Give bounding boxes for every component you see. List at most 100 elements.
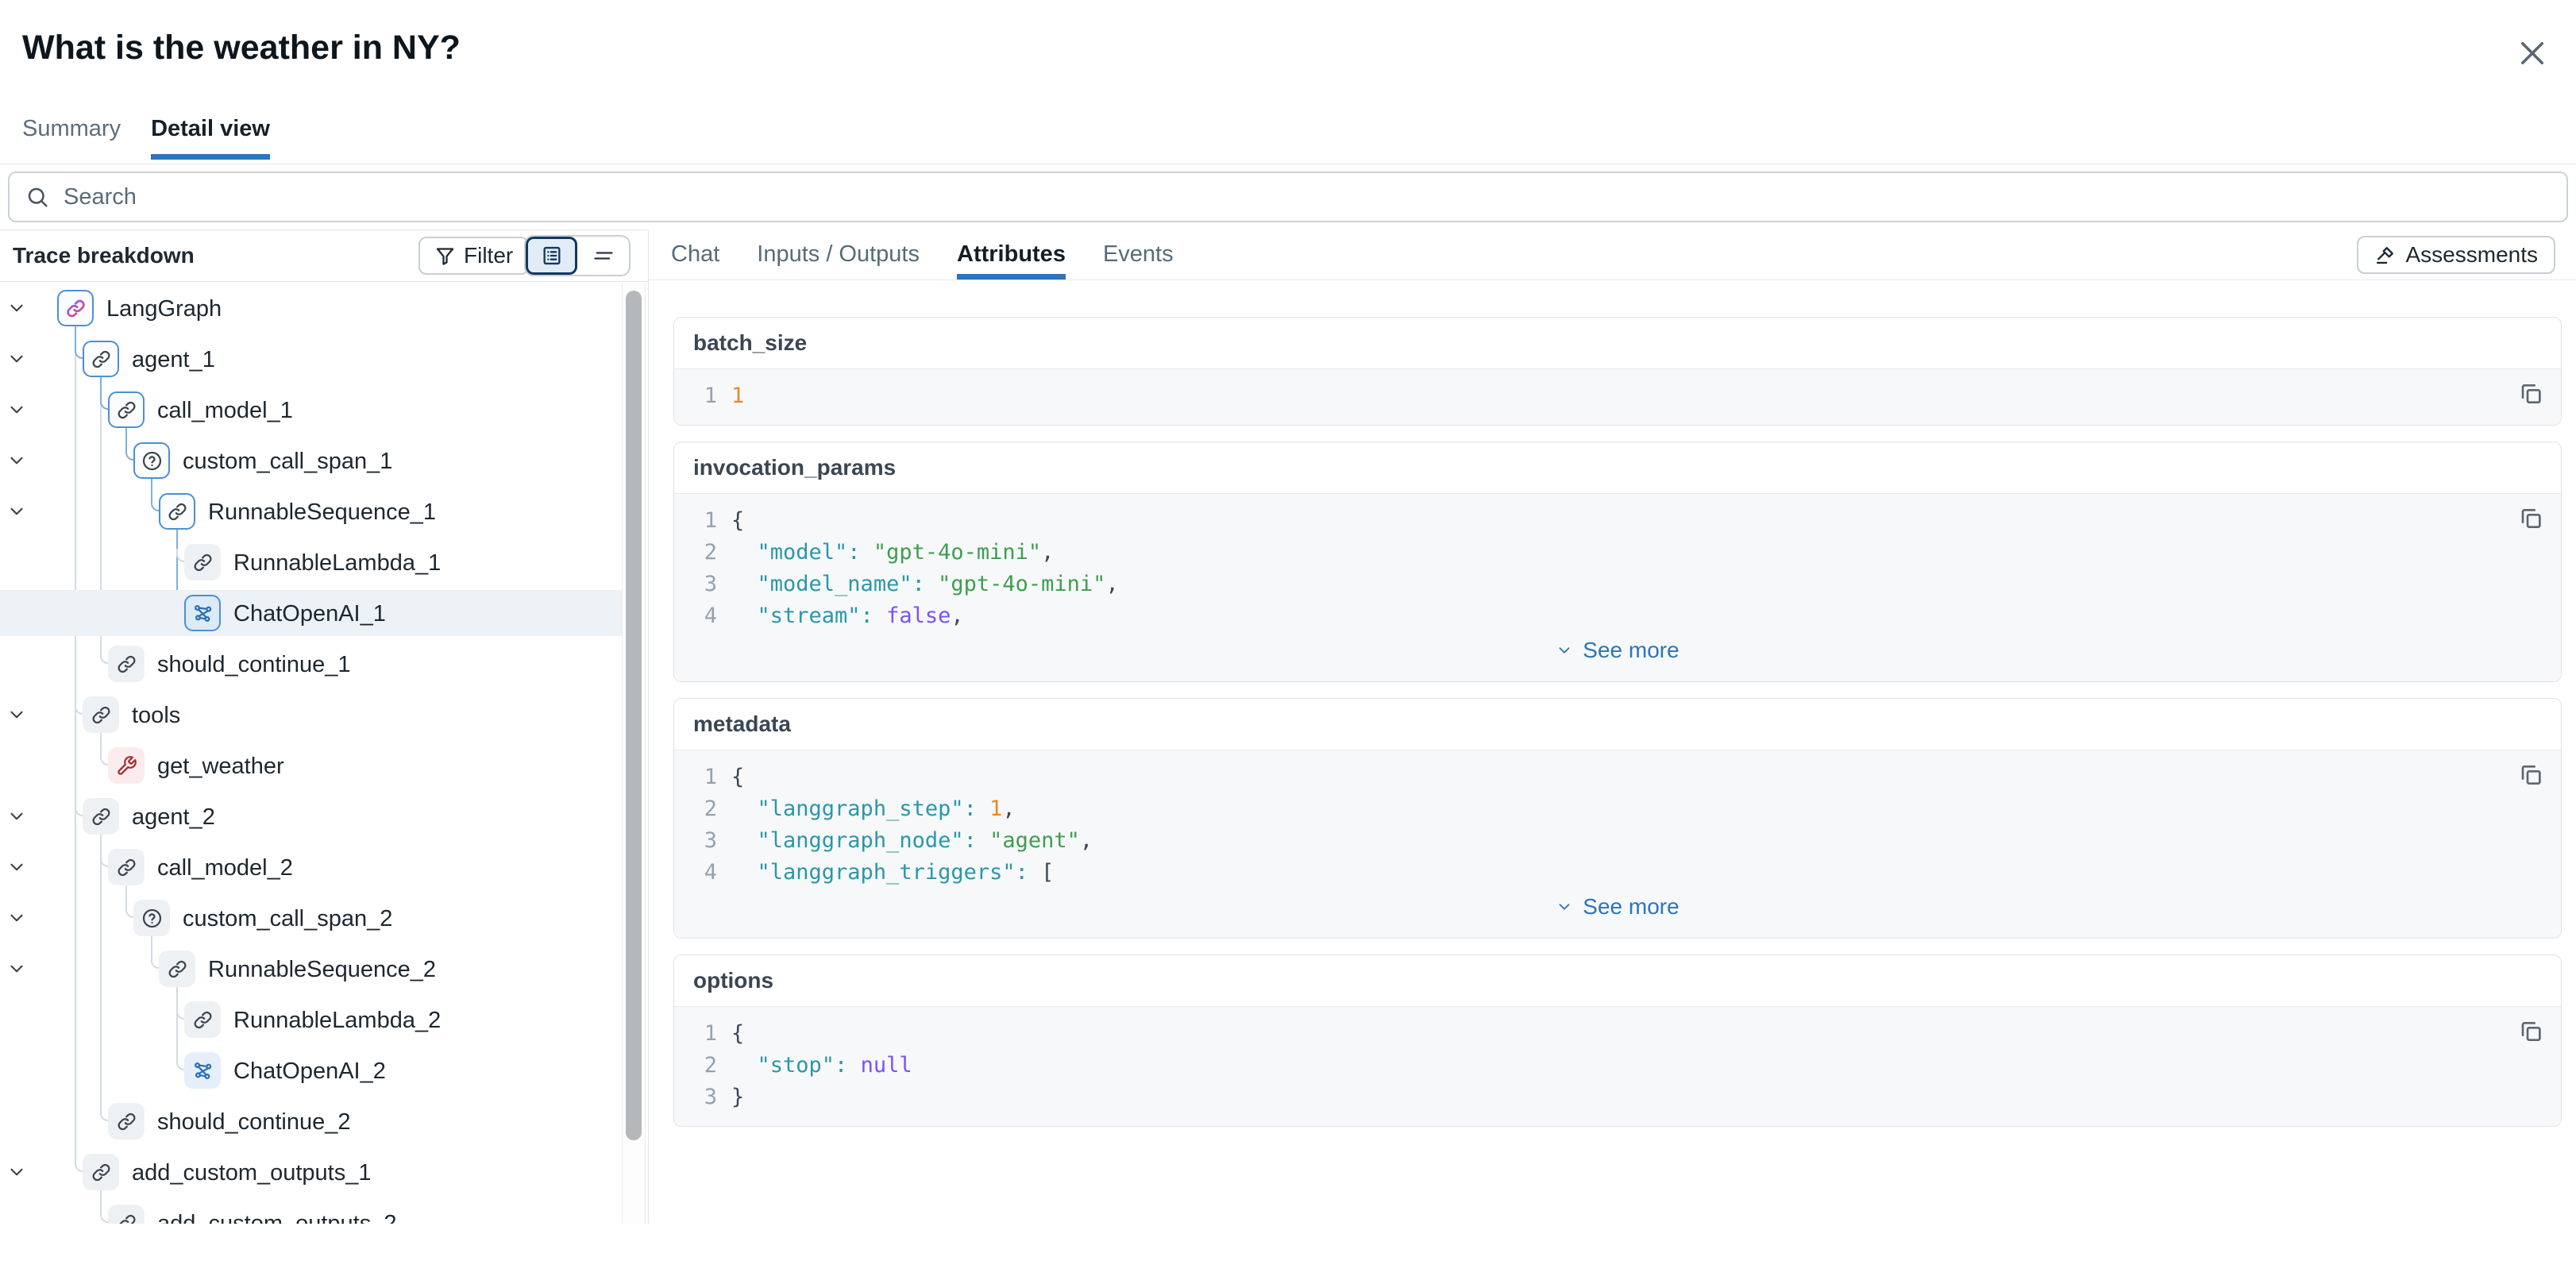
- tree-node-langgraph[interactable]: LangGraph: [0, 285, 623, 331]
- code-line: 3 "langgraph_node": "agent",: [674, 825, 2561, 857]
- tree-node-custom_call_span_2[interactable]: custom_call_span_2: [0, 895, 623, 941]
- timeline-view-toggle[interactable]: [577, 237, 629, 275]
- tree-node-agent_2[interactable]: agent_2: [0, 793, 623, 839]
- chain-icon: [108, 849, 145, 885]
- detail-tab-chat[interactable]: Chat: [671, 229, 719, 280]
- copy-icon: [2518, 506, 2545, 531]
- tree-node-label: should_continue_1: [157, 650, 350, 679]
- chevron-down-icon[interactable]: [6, 806, 27, 827]
- attribute-card-metadata: metadata1{2 "langgraph_step": 1,3 "langg…: [673, 698, 2562, 939]
- chevron-down-icon[interactable]: [6, 958, 27, 979]
- trace-breakdown-header: Trace breakdown Filter: [0, 230, 648, 282]
- line-number: 4: [692, 857, 717, 889]
- detail-tab-inputs-outputs[interactable]: Inputs / Outputs: [757, 229, 920, 280]
- chain-icon: [108, 391, 145, 428]
- code-line: 3}: [674, 1082, 2561, 1113]
- tab-detail-view[interactable]: Detail view: [151, 116, 270, 160]
- chain-icon: [159, 951, 195, 987]
- tree-node-call_model_2[interactable]: call_model_2: [0, 844, 623, 890]
- chevron-down-icon[interactable]: [6, 501, 27, 522]
- tree-node-label: ChatOpenAI_1: [233, 600, 386, 628]
- line-number: 2: [692, 537, 717, 569]
- tree-node-runnablelambda_1[interactable]: RunnableLambda_1: [0, 539, 623, 585]
- tree-node-agent_1[interactable]: agent_1: [0, 336, 623, 382]
- chevron-down-icon[interactable]: [6, 857, 27, 877]
- assessments-button[interactable]: Assessments: [2357, 236, 2556, 274]
- wrench-icon: [108, 747, 145, 784]
- attribute-cards: batch_size11 invocation_params1{2 "model"…: [673, 317, 2562, 1127]
- copy-button[interactable]: [2518, 762, 2545, 789]
- tree-node-label: agent_2: [132, 803, 215, 831]
- copy-button[interactable]: [2518, 505, 2545, 532]
- code-line: 3 "model_name": "gpt-4o-mini",: [674, 569, 2561, 600]
- tree-node-label: RunnableLambda_1: [233, 549, 441, 577]
- see-more-link[interactable]: See more: [674, 632, 2561, 669]
- view-toggle-group: [524, 235, 631, 276]
- detail-tabs: Chat Inputs / Outputs Attributes Events: [649, 229, 2576, 280]
- see-more-link[interactable]: See more: [674, 889, 2561, 925]
- attribute-card-batch_size: batch_size11: [673, 317, 2562, 426]
- tree-node-runnablesequence_2[interactable]: RunnableSequence_2: [0, 946, 623, 992]
- tree-node-label: tools: [132, 701, 180, 730]
- search-input[interactable]: [64, 184, 2551, 210]
- tree-scrollbar-thumb[interactable]: [626, 291, 642, 1140]
- tree-node-label: custom_call_span_1: [183, 447, 392, 476]
- tree-node-label: RunnableLambda_2: [233, 1006, 441, 1035]
- close-icon: [2516, 37, 2549, 70]
- tree-node-add_custom_outputs_2[interactable]: add_custom_outputs_2: [0, 1200, 623, 1224]
- close-button[interactable]: [2516, 37, 2549, 70]
- see-more-label: See more: [1583, 891, 1679, 923]
- chain-icon: [184, 544, 221, 580]
- line-number: 1: [692, 505, 717, 537]
- tree-node-should_continue_1[interactable]: should_continue_1: [0, 641, 623, 687]
- tree-node-chatopenai_1[interactable]: ChatOpenAI_1: [0, 590, 623, 636]
- tree-node-runnablelambda_2[interactable]: RunnableLambda_2: [0, 997, 623, 1043]
- tree-node-should_continue_2[interactable]: should_continue_2: [0, 1098, 623, 1144]
- copy-button[interactable]: [2518, 1018, 2545, 1045]
- detail-tab-attributes[interactable]: Attributes: [957, 229, 1066, 280]
- page-title: What is the weather in NY?: [22, 29, 461, 67]
- tree-node-label: RunnableSequence_2: [208, 955, 436, 984]
- copy-button[interactable]: [2518, 380, 2545, 407]
- chevron-down-icon[interactable]: [6, 704, 27, 725]
- line-number: 2: [692, 1050, 717, 1082]
- chain-icon: [83, 798, 119, 835]
- tree-node-call_model_1[interactable]: call_model_1: [0, 387, 623, 433]
- see-more-label: See more: [1583, 634, 1679, 666]
- tree-node-chatopenai_2[interactable]: ChatOpenAI_2: [0, 1047, 623, 1093]
- detail-tab-events[interactable]: Events: [1103, 229, 1174, 280]
- chevron-down-icon[interactable]: [6, 908, 27, 928]
- question-icon: [133, 442, 170, 479]
- line-number: 1: [692, 380, 717, 412]
- code-line: 2 "model": "gpt-4o-mini",: [674, 537, 2561, 569]
- chevron-down-icon[interactable]: [6, 298, 27, 318]
- line-number: 1: [692, 1018, 717, 1050]
- line-number: 3: [692, 825, 717, 857]
- chevron-down-icon[interactable]: [6, 1162, 27, 1182]
- langgraph-icon: [57, 290, 94, 326]
- attribute-card-title: invocation_params: [674, 442, 2561, 493]
- tab-summary[interactable]: Summary: [22, 116, 121, 160]
- code-block: 1{2 "model": "gpt-4o-mini",3 "model_name…: [674, 493, 2561, 681]
- filter-label: Filter: [464, 243, 513, 268]
- attribute-card-title: options: [674, 955, 2561, 1006]
- tree-node-tools[interactable]: tools: [0, 692, 623, 738]
- tree-node-get_weather[interactable]: get_weather: [0, 742, 623, 789]
- span-detail-panel: Chat Inputs / Outputs Attributes Events Ass…: [649, 229, 2576, 1224]
- line-number: 3: [692, 569, 717, 600]
- line-number: 2: [692, 793, 717, 825]
- span-list-view-toggle[interactable]: [526, 237, 577, 275]
- filter-button[interactable]: Filter: [418, 237, 529, 275]
- code-line: 2 "stop": null: [674, 1050, 2561, 1082]
- chain-icon: [83, 341, 119, 377]
- chevron-down-icon[interactable]: [6, 450, 27, 471]
- chain-icon: [159, 493, 195, 530]
- tree-node-custom_call_span_1[interactable]: custom_call_span_1: [0, 438, 623, 484]
- tree-node-label: get_weather: [157, 752, 284, 781]
- code-line: 4 "langgraph_triggers": [: [674, 857, 2561, 889]
- chevron-down-icon[interactable]: [6, 349, 27, 369]
- tree-node-runnablesequence_1[interactable]: RunnableSequence_1: [0, 488, 623, 534]
- tree-node-add_custom_outputs_1[interactable]: add_custom_outputs_1: [0, 1149, 623, 1195]
- chevron-down-icon[interactable]: [6, 399, 27, 420]
- tree-node-label: should_continue_2: [157, 1108, 350, 1136]
